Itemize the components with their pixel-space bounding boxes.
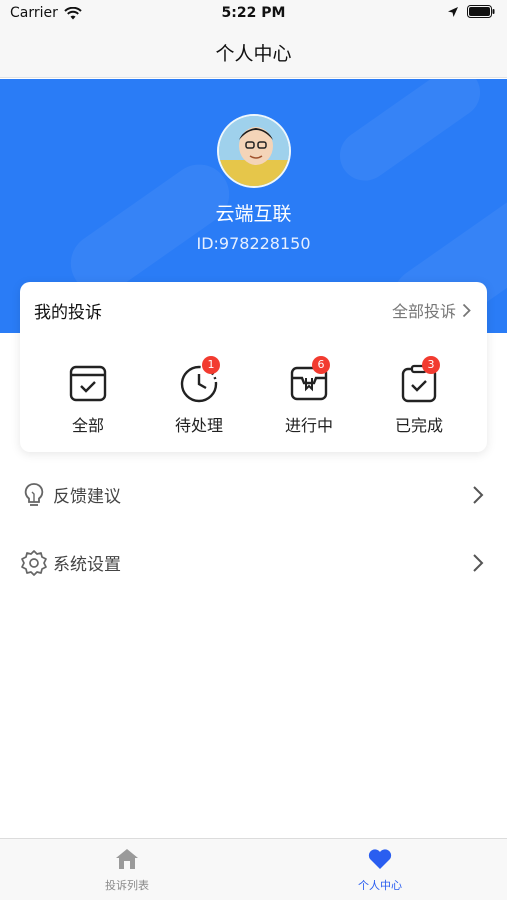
status-item-in-progress[interactable]: 6 进行中 — [269, 356, 349, 436]
status-label: 进行中 — [284, 416, 333, 435]
badge-count: 1 — [202, 356, 220, 374]
user-name: 云端互联 — [215, 203, 292, 225]
status-label: 全部 — [71, 416, 104, 435]
view-all-complaints-link[interactable]: 全部投诉 — [392, 298, 471, 322]
tab-complaint-list[interactable]: 投诉列表 — [67, 847, 187, 893]
view-all-label: 全部投诉 — [391, 302, 456, 321]
page-title: 个人中心 — [215, 43, 292, 65]
card-title: 我的投诉 — [34, 303, 102, 323]
battery-icon — [467, 5, 495, 18]
lightbulb-icon — [24, 483, 44, 506]
status-right — [447, 5, 495, 18]
clock-pending-icon: 1 — [179, 356, 220, 404]
tab-bar: 投诉列表 个人中心 — [0, 838, 507, 900]
badge-count: 3 — [422, 356, 440, 374]
heart-icon — [368, 849, 392, 869]
inbox-progress-icon: 6 — [289, 356, 330, 404]
tab-personal-center[interactable]: 个人中心 — [320, 847, 440, 893]
status-label: 待处理 — [174, 416, 223, 435]
my-complaints-card: 我的投诉 全部投诉 全部 1 待处理 6 进行中 3 已完成 — [20, 282, 487, 452]
location-arrow-icon — [448, 6, 458, 17]
badge-count: 6 — [312, 356, 330, 374]
menu-label: 反馈建议 — [53, 487, 121, 507]
menu-item-settings[interactable]: 系统设置 — [0, 535, 507, 591]
chevron-right-icon — [473, 554, 484, 572]
avatar-image — [219, 116, 289, 186]
header-decoration — [330, 79, 490, 191]
status-item-pending[interactable]: 1 待处理 — [159, 356, 239, 436]
menu-label: 系统设置 — [53, 555, 121, 575]
home-icon — [116, 849, 138, 869]
status-bar: Carrier 5:22 PM — [0, 0, 507, 28]
clipboard-check-icon: 3 — [399, 356, 440, 404]
status-item-all[interactable]: 全部 — [48, 364, 128, 436]
nav-bar: 个人中心 — [0, 28, 507, 78]
calendar-check-icon — [68, 364, 108, 404]
chevron-right-icon — [462, 303, 471, 317]
status-item-completed[interactable]: 3 已完成 — [379, 356, 459, 436]
user-id: ID:978228150 — [196, 234, 311, 253]
tab-label: 投诉列表 — [105, 879, 149, 892]
gear-icon — [21, 550, 47, 576]
menu-item-feedback[interactable]: 反馈建议 — [0, 467, 507, 523]
status-label: 已完成 — [394, 416, 443, 435]
status-time: 5:22 PM — [221, 5, 286, 21]
chevron-right-icon — [473, 486, 484, 504]
avatar[interactable] — [217, 114, 291, 188]
tab-label: 个人中心 — [358, 879, 402, 892]
